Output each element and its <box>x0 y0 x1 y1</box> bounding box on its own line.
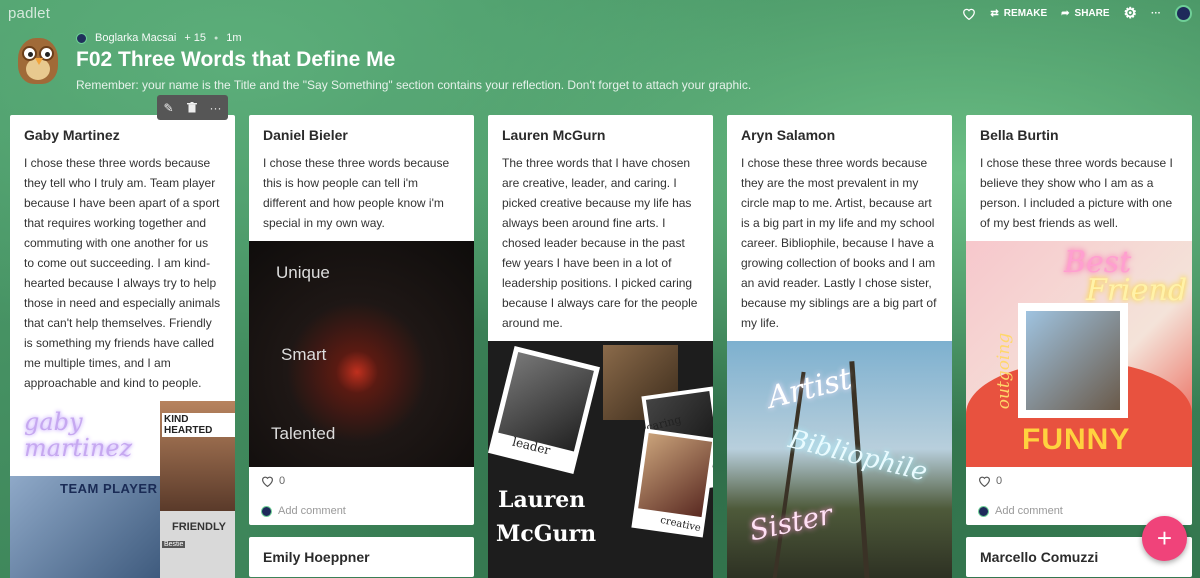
card-toolbar: ✎ ··· <box>157 95 228 120</box>
post-image[interactable]: leader caring creative Lauren McGurn <box>488 341 713 578</box>
bestie-label: Bestie <box>162 541 186 548</box>
funny-word: FUNNY <box>1022 423 1131 456</box>
points: + 15 <box>184 32 207 44</box>
user-avatar[interactable] <box>1175 4 1192 22</box>
share-icon: ➦ <box>1061 7 1070 19</box>
column-3: Lauren McGurn The three words that I hav… <box>488 115 713 578</box>
like-count: 0 <box>996 475 1003 487</box>
post-card[interactable]: Aryn Salamon I chose these three words b… <box>727 115 952 578</box>
post-title: Bella Burtin <box>980 127 1059 143</box>
remake-button[interactable]: ⇄ REMAKE <box>990 8 1047 19</box>
script-name-text: gaby martinez <box>24 408 133 462</box>
heart-icon <box>979 476 990 487</box>
post-title: Emily Hoeppner <box>263 549 370 565</box>
commenter-avatar <box>978 505 989 517</box>
add-post-button[interactable]: + <box>1142 516 1187 561</box>
team-player-label: TEAM PLAYER <box>60 481 158 496</box>
add-comment-row[interactable]: Add comment <box>978 505 1180 517</box>
post-title: Gaby Martinez <box>24 127 120 143</box>
page-subtitle: Remember: your name is the Title and the… <box>76 78 752 92</box>
heart-icon <box>262 476 273 487</box>
trash-icon[interactable] <box>186 102 197 113</box>
dot-separator: ● <box>214 34 219 42</box>
friendly-label: FRIENDLY <box>172 521 226 533</box>
post-card[interactable]: Daniel Bieler I chose these three words … <box>249 115 474 525</box>
author-avatar <box>76 32 87 44</box>
post-body: I chose these three words because they t… <box>24 156 221 390</box>
author-meta: Boglarka Macsai + 15 ● 1m <box>76 32 751 44</box>
post-title: Aryn Salamon <box>741 127 836 143</box>
top-bar: padlet ⇄ REMAKE ➦ SHARE ⚙ ··· <box>0 0 1200 26</box>
add-comment-row[interactable]: Add comment <box>261 505 462 517</box>
lauren-name-line1: Lauren <box>498 487 586 513</box>
unique-word: Unique <box>276 263 330 282</box>
gear-icon: ⚙ <box>1123 5 1137 22</box>
post-body: I chose these three words because this i… <box>263 156 450 230</box>
share-button[interactable]: ➦ SHARE <box>1061 8 1109 19</box>
post-image[interactable]: Unique Smart Talented <box>249 241 474 467</box>
post-card[interactable]: Bella Burtin I chose these three words b… <box>966 115 1192 525</box>
talented-word: Talented <box>271 424 336 443</box>
remake-icon: ⇄ <box>990 7 999 19</box>
add-comment-input[interactable]: Add comment <box>278 505 346 517</box>
kind-hearted-label: KIND HEARTED <box>162 413 235 437</box>
edit-icon[interactable]: ✎ <box>163 101 173 115</box>
post-image[interactable]: Artist Bibliophile Sister <box>727 341 952 578</box>
owl-icon <box>14 32 62 84</box>
smart-word: Smart <box>281 345 327 364</box>
like-row[interactable]: 0 <box>261 475 462 487</box>
post-title: Daniel Bieler <box>263 127 348 143</box>
settings-button[interactable]: ⚙ <box>1124 4 1137 22</box>
page-title: F02 Three Words that Define Me <box>76 48 396 71</box>
sister-word: Sister <box>746 497 836 548</box>
post-card[interactable]: Lauren McGurn The three words that I hav… <box>488 115 713 578</box>
heart-icon <box>963 8 976 20</box>
like-count: 0 <box>279 475 286 487</box>
like-button[interactable] <box>962 7 976 20</box>
padlet-logo[interactable]: padlet <box>8 5 50 22</box>
author-name[interactable]: Boglarka Macsai <box>95 32 176 44</box>
post-image[interactable]: Best Friend outgoing FUNNY <box>966 241 1192 467</box>
padlet-header: Boglarka Macsai + 15 ● 1m F02 Three Word… <box>14 32 751 92</box>
commenter-avatar <box>261 505 272 517</box>
more-options-button[interactable]: ··· <box>1151 8 1161 19</box>
lauren-name-line2: McGurn <box>496 521 597 547</box>
post-body: The three words that I have chosen are c… <box>502 156 698 330</box>
timestamp: 1m <box>226 32 242 44</box>
share-label: SHARE <box>1074 7 1110 19</box>
post-title: Lauren McGurn <box>502 127 606 143</box>
post-card[interactable]: Emily Hoeppner <box>249 537 474 577</box>
card-more-icon[interactable]: ··· <box>209 101 221 115</box>
add-comment-input[interactable]: Add comment <box>995 505 1063 517</box>
outgoing-word: outgoing <box>994 332 1015 410</box>
like-row[interactable]: 0 <box>978 475 1180 487</box>
post-card[interactable]: Gaby Martinez I chose these three words … <box>10 115 235 578</box>
column-5: Bella Burtin I chose these three words b… <box>966 115 1192 577</box>
artist-word: Artist <box>764 361 856 416</box>
remake-label: REMAKE <box>1003 7 1048 19</box>
post-image[interactable]: gaby martinez KIND HEARTED TEAM PLAYER F… <box>10 401 235 578</box>
column-1: Gaby Martinez I chose these three words … <box>10 115 235 578</box>
column-4: Aryn Salamon I chose these three words b… <box>727 115 952 578</box>
column-2: Daniel Bieler I chose these three words … <box>249 115 474 577</box>
post-body: I chose these three words because they a… <box>741 156 937 330</box>
post-body: I chose these three words because I beli… <box>980 156 1173 230</box>
